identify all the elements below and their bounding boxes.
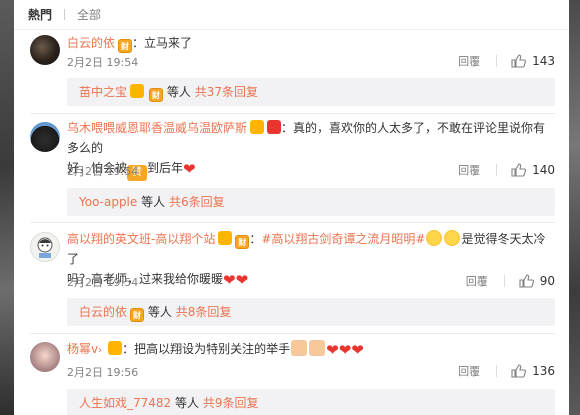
like-count: 90 [539, 274, 555, 288]
comment-username[interactable]: 白云的依 [67, 36, 115, 50]
thumb-up-icon [519, 274, 534, 288]
comment-time: 2月2日 19:54 [67, 165, 139, 178]
reply-button[interactable]: 回覆 [458, 162, 480, 178]
comment-time: 2月2日 19:56 [67, 366, 139, 379]
actions-divider [503, 275, 505, 287]
actions-divider [496, 55, 498, 67]
tab-divider [64, 9, 66, 20]
reply-button[interactable]: 回覆 [458, 53, 480, 69]
comment-actions: 回覆 140 [458, 162, 555, 178]
replies-count-link[interactable]: 共37条回复 [195, 85, 258, 99]
comment-meta: 2月2日 19:56 回覆 136 [67, 364, 555, 382]
comment-actions: 回覆 143 [458, 53, 555, 69]
gold-badge-icon: 财 [149, 88, 164, 102]
comment-meta: 2月2日 19:54 回覆 143 [67, 54, 555, 72]
comment-divider [30, 333, 555, 334]
comment-username[interactable]: 高以翔的英文班-高以翔个站 [67, 232, 215, 246]
replies-count-link[interactable]: 共8条回复 [176, 305, 232, 319]
cartoon-face-icon [37, 237, 53, 258]
heart-icon: ❤ [351, 341, 364, 359]
reply-username[interactable]: Yoo-apple [79, 195, 137, 209]
replies-summary[interactable]: 人生如戏_77482 等人 共9条回复 [67, 389, 555, 415]
comments-panel: 熱門 全部 白云的依财：立马来了 2月2日 19:54 回覆 143 苗中之宝财… [14, 0, 569, 415]
tab-all[interactable]: 全部 [77, 6, 101, 23]
comment-time: 2月2日 19:54 [67, 276, 139, 289]
gold-badge-icon: 财 [118, 39, 133, 53]
reply-username[interactable]: 苗中之宝 [79, 85, 127, 99]
background-right-strip [569, 0, 580, 415]
raise-hand-emoji-icon [309, 340, 326, 356]
heart-icon: ❤ [326, 341, 339, 359]
comment-meta: 2月2日 19:54 回覆 140 [67, 163, 555, 181]
raise-hand-emoji-icon [291, 340, 308, 356]
replies-count-link[interactable]: 共6条回复 [169, 195, 225, 209]
reply-username[interactable]: 人生如戏_77482 [79, 396, 171, 410]
tab-hot[interactable]: 熱門 [28, 6, 52, 23]
like-button[interactable]: 143 [511, 54, 555, 68]
reply-button[interactable]: 回覆 [466, 273, 488, 289]
avatar[interactable] [30, 122, 60, 152]
thumb-up-icon [511, 54, 527, 68]
comment-tabs: 熱門 全部 [14, 0, 569, 30]
like-button[interactable]: 136 [511, 364, 555, 378]
comment-meta: 2月2日 19:54 回覆 90 [67, 274, 555, 292]
thumb-up-icon [511, 364, 527, 378]
comment-text: ：把高以翔设为特别关注的举手 [122, 342, 291, 356]
like-count: 136 [532, 364, 555, 378]
comment-divider [30, 113, 555, 114]
avatar[interactable] [30, 342, 60, 372]
comment-username[interactable]: 乌木喂喂威恩耶香温威乌温欧萨斯 [67, 121, 247, 135]
like-button[interactable]: 90 [519, 274, 555, 288]
laughing-emoji-icon [444, 230, 461, 246]
like-count: 140 [532, 163, 555, 177]
thumb-up-icon [511, 163, 527, 177]
verified-icon: › [98, 345, 103, 356]
comment-body: 杨幂v› ：把高以翔设为特别关注的举手 ❤❤❤ [67, 339, 555, 361]
like-button[interactable]: 140 [511, 163, 555, 177]
heart-icon: ❤ [338, 341, 352, 359]
reply-username[interactable]: 白云的依 [79, 305, 127, 319]
replies-etc: 等人 [147, 305, 172, 319]
lion-badge-icon [218, 231, 233, 245]
replies-count-link[interactable]: 共9条回复 [203, 396, 259, 410]
comment-text: ：立马来了 [132, 36, 193, 50]
gold-badge-icon: 财 [130, 308, 145, 322]
actions-divider [496, 365, 498, 377]
gold-badge-icon: 财 [235, 235, 250, 249]
actions-divider [496, 164, 498, 176]
like-count: 143 [532, 54, 555, 68]
background-left-strip [0, 0, 14, 415]
avatar[interactable] [30, 232, 60, 262]
red-envelope-icon [267, 120, 282, 134]
replies-summary[interactable]: 白云的依财 等人 共8条回复 [67, 298, 555, 326]
comment-time: 2月2日 19:54 [67, 56, 139, 69]
replies-summary[interactable]: 苗中之宝 财 等人 共37条回复 [67, 78, 555, 106]
replies-summary[interactable]: Yoo-apple 等人 共6条回复 [67, 188, 555, 216]
comment-username[interactable]: 杨幂v [67, 342, 98, 356]
avatar[interactable] [30, 35, 60, 65]
replies-etc: 等人 [141, 195, 166, 209]
replies-etc: 等人 [175, 396, 200, 410]
laughing-emoji-icon [426, 230, 443, 246]
comment-divider [30, 222, 555, 223]
replies-etc: 等人 [166, 85, 191, 99]
comment-body: 白云的依财：立马来了 [67, 33, 555, 53]
lion-badge-icon [108, 341, 123, 355]
lion-badge-icon [130, 84, 145, 98]
hashtag-link[interactable]: #高以翔古剑奇谭之流月昭明# [261, 232, 425, 246]
comment-actions: 回覆 136 [458, 363, 555, 379]
lion-badge-icon [250, 120, 265, 134]
comment-actions: 回覆 90 [466, 273, 555, 289]
reply-button[interactable]: 回覆 [458, 363, 480, 379]
